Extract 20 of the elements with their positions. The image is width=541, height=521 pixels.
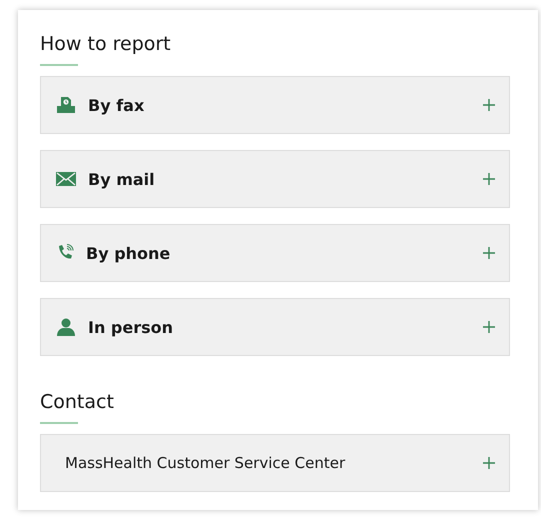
accordion-item[interactable]: By fax: [40, 76, 510, 134]
accordion-item[interactable]: In person: [40, 298, 510, 356]
accordion-label: By mail: [88, 170, 156, 188]
section-heading: How to report: [40, 32, 172, 56]
accordion-item[interactable]: By mail: [40, 150, 510, 208]
accordion-label: By phone: [86, 244, 172, 262]
section-heading: Contact: [40, 390, 115, 414]
person-icon: [56, 318, 76, 336]
plus-icon: [483, 321, 495, 333]
plus-icon: [483, 457, 495, 469]
plus-icon: [483, 247, 495, 259]
plus-icon: [483, 173, 495, 185]
envelope-icon: [56, 172, 76, 186]
accordion-label: In person: [88, 318, 174, 336]
fax-icon: [56, 96, 76, 114]
accordion-label: By fax: [88, 96, 146, 114]
accordion-item[interactable]: By phone: [40, 224, 510, 282]
plus-icon: [483, 99, 495, 111]
accordion-item[interactable]: MassHealth Customer Service Center: [40, 434, 510, 492]
accordion-label: MassHealth Customer Service Center: [64, 454, 346, 472]
